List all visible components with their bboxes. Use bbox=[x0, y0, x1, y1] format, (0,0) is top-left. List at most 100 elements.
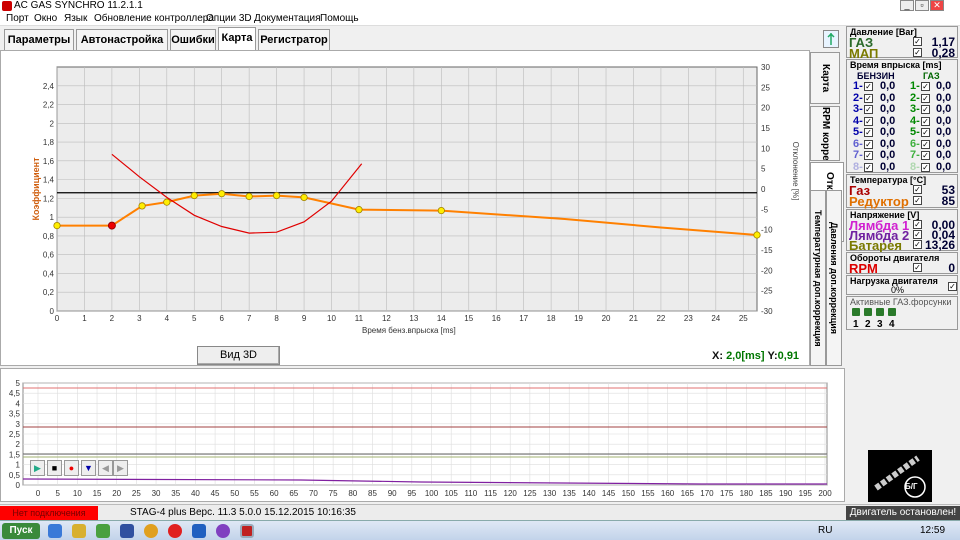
tab-errors[interactable]: Ошибки bbox=[170, 29, 216, 50]
log-x-tick-label: 95 bbox=[407, 489, 416, 498]
gas-injector-checkbox[interactable]: ✓ bbox=[921, 82, 930, 91]
petrol-injector-label: 8- bbox=[853, 160, 863, 173]
fuel-indicator-icon bbox=[874, 455, 926, 498]
language-indicator[interactable]: RU bbox=[818, 525, 832, 536]
menu-language[interactable]: Язык bbox=[64, 12, 87, 26]
gas-injection-value: 0,0 bbox=[936, 137, 952, 150]
menu-help[interactable]: Помощь bbox=[320, 12, 359, 26]
map-pressure-checkbox[interactable]: ✓ bbox=[913, 48, 922, 57]
side-tab-rpm-correction[interactable]: RPM коррекция bbox=[810, 106, 840, 161]
gas-temp-checkbox[interactable]: ✓ bbox=[913, 185, 922, 194]
connection-icon[interactable] bbox=[823, 30, 839, 48]
injector-2-label: 2 bbox=[865, 319, 871, 330]
log-chart[interactable]: 00,511,522,533,544,550 5 10 15 20 25 30 35 40 45 5… bbox=[1, 369, 846, 503]
gas-injector-checkbox[interactable]: ✓ bbox=[921, 105, 930, 114]
chrome-icon[interactable] bbox=[144, 524, 158, 538]
menu-window[interactable]: Окно bbox=[34, 12, 57, 26]
y-value: 0,91 bbox=[777, 350, 800, 362]
log-x-tick-label: 185 bbox=[759, 489, 773, 498]
map-point bbox=[138, 202, 146, 210]
plot-area bbox=[56, 66, 758, 312]
log-y-tick-label: 0 bbox=[16, 481, 21, 490]
y-tick-label: 1,2 bbox=[43, 194, 55, 203]
battery-checkbox[interactable]: ✓ bbox=[913, 240, 922, 249]
tab-map[interactable]: Карта bbox=[218, 27, 256, 51]
save-log-button[interactable]: ▼ bbox=[81, 460, 96, 476]
gas-injector-checkbox[interactable]: ✓ bbox=[921, 162, 930, 172]
gas-injector-checkbox[interactable]: ✓ bbox=[921, 93, 930, 103]
log-y-tick-label: 4 bbox=[16, 399, 21, 408]
petrol-injector-checkbox[interactable]: ✓ bbox=[864, 128, 873, 137]
menu-firmware-update[interactable]: Обновление контроллера bbox=[94, 12, 214, 26]
log-y-tick-label: 2 bbox=[16, 440, 21, 449]
tab-parameters[interactable]: Параметры bbox=[4, 29, 74, 50]
petrol-injector-checkbox[interactable]: ✓ bbox=[864, 139, 873, 149]
tab-autotune[interactable]: Автонастройка bbox=[76, 29, 168, 50]
gas-injector-checkbox[interactable]: ✓ bbox=[921, 128, 930, 137]
reducer-temp-checkbox[interactable]: ✓ bbox=[913, 196, 922, 205]
ie-icon[interactable] bbox=[48, 524, 62, 538]
map-point bbox=[355, 206, 363, 214]
map-chart[interactable]: 0 1 2 3 4 5 6 7 8 9 10 11 12 13 14 15 16 17 18 19 20 21 22 23 24… bbox=[1, 51, 811, 367]
view-3d-button[interactable]: Вид 3D bbox=[197, 346, 280, 365]
petrol-injector-checkbox[interactable]: ✓ bbox=[864, 93, 873, 103]
fuel-indicator-text: Б/Г bbox=[905, 482, 918, 491]
side-tab-temperature-correction[interactable]: Температурная доп.коррекция bbox=[810, 190, 826, 366]
next-button[interactable]: ▶ bbox=[113, 460, 128, 476]
y2-tick-label: -30 bbox=[761, 307, 773, 316]
viber-icon[interactable] bbox=[216, 524, 230, 538]
start-button[interactable]: Пуск bbox=[2, 523, 40, 539]
stop-button[interactable]: ■ bbox=[47, 460, 62, 476]
opera-icon[interactable] bbox=[168, 524, 182, 538]
menu-documentation[interactable]: Документация bbox=[254, 12, 321, 26]
gas-injection-value: 0,0 bbox=[936, 114, 952, 127]
gas-injector-checkbox[interactable]: ✓ bbox=[921, 139, 930, 149]
rpm-checkbox[interactable]: ✓ bbox=[913, 263, 922, 272]
petrol-injector-checkbox[interactable]: ✓ bbox=[864, 82, 873, 91]
petrol-injector-checkbox[interactable]: ✓ bbox=[864, 162, 873, 172]
petrol-injection-value: 0,0 bbox=[880, 114, 896, 127]
gas-synchro-taskbar-icon[interactable] bbox=[240, 524, 254, 538]
map-point bbox=[190, 191, 198, 200]
petrol-injector-label: 5- bbox=[853, 126, 863, 138]
save-icon[interactable] bbox=[120, 524, 134, 538]
lambda1-checkbox[interactable]: ✓ bbox=[913, 220, 922, 229]
maximize-button[interactable]: ▫ bbox=[915, 0, 929, 11]
menu-port[interactable]: Порт bbox=[6, 12, 29, 26]
fuel-switch[interactable]: Б/Г bbox=[868, 450, 932, 502]
side-tab-pressure-correction[interactable]: Давления доп.коррекция bbox=[826, 190, 842, 366]
petrol-injection-value: 0,0 bbox=[880, 149, 896, 161]
word-icon[interactable] bbox=[192, 524, 206, 538]
petrol-injector-checkbox[interactable]: ✓ bbox=[864, 105, 873, 114]
x-tick-label: 19 bbox=[574, 314, 583, 323]
log-x-tick-label: 155 bbox=[641, 489, 655, 498]
explorer-icon[interactable] bbox=[72, 524, 86, 538]
load-value: 0% bbox=[891, 285, 905, 295]
petrol-injector-checkbox[interactable]: ✓ bbox=[864, 116, 873, 126]
load-group: Нагрузка двигателя ✓ 0% bbox=[846, 275, 958, 295]
media-icon[interactable] bbox=[96, 524, 110, 538]
gas-injector-label: 6- bbox=[910, 137, 920, 150]
gas-injector-checkbox[interactable]: ✓ bbox=[921, 151, 930, 160]
y-label: Y: bbox=[767, 350, 778, 362]
x-tick-label: 15 bbox=[464, 314, 473, 323]
gas-pressure-checkbox[interactable]: ✓ bbox=[913, 37, 922, 46]
y-tick-label: 2 bbox=[50, 119, 55, 128]
close-button[interactable]: ✕ bbox=[930, 0, 944, 11]
record-button[interactable]: ● bbox=[64, 460, 79, 476]
petrol-injector-checkbox[interactable]: ✓ bbox=[864, 151, 873, 160]
menu-3d-options[interactable]: Опции 3D bbox=[206, 12, 252, 26]
prev-button[interactable]: ◀ bbox=[98, 460, 113, 476]
petrol-injector-label: 2- bbox=[853, 91, 863, 104]
side-tab-map[interactable]: Карта bbox=[810, 52, 840, 104]
minimize-button[interactable]: _ bbox=[900, 0, 914, 11]
load-checkbox[interactable]: ✓ bbox=[948, 282, 957, 291]
x-tick-label: 12 bbox=[382, 314, 391, 323]
gas-injector-checkbox[interactable]: ✓ bbox=[921, 116, 930, 126]
y-tick-label: 2,2 bbox=[43, 101, 55, 110]
lambda2-checkbox[interactable]: ✓ bbox=[913, 230, 922, 239]
x-tick-label: 1 bbox=[82, 314, 87, 323]
x-tick-label: 23 bbox=[684, 314, 693, 323]
tab-recorder[interactable]: Регистратор bbox=[258, 29, 330, 50]
play-button[interactable]: ▶ bbox=[30, 460, 45, 476]
